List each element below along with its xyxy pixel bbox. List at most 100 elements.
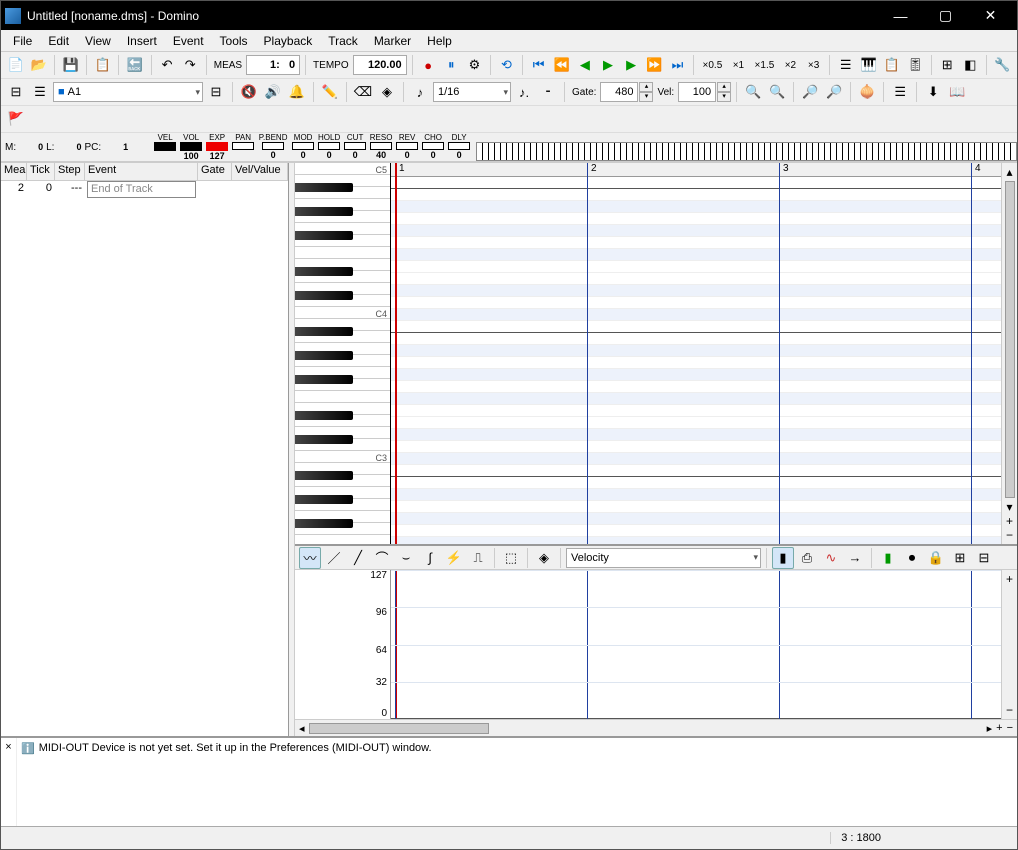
undo-note-icon[interactable]: 🔙 (124, 54, 145, 76)
zoom-sel-icon[interactable]: 🔎 (799, 81, 821, 103)
track-select[interactable]: ■A1 (53, 82, 203, 102)
menu-playback[interactable]: Playback (256, 31, 321, 51)
mini-piano[interactable] (476, 142, 1017, 161)
triplet-icon[interactable]: ⁃ (537, 81, 559, 103)
record-options-icon[interactable]: ⚙ (464, 54, 485, 76)
erase-cc-icon[interactable]: ◈ (533, 547, 555, 569)
cc-wave-icon[interactable]: ∿ (820, 547, 842, 569)
zoom-in-icon[interactable]: 🔍 (742, 81, 764, 103)
speed-3x[interactable]: ×3 (803, 54, 824, 76)
piano-keyboard[interactable]: C5C4C3 (295, 163, 391, 544)
select-tool-icon[interactable]: ⬚ (500, 547, 522, 569)
maximize-button[interactable]: ▢ (923, 1, 968, 30)
to-end-icon[interactable]: ⏭ (667, 54, 688, 76)
flag-icon[interactable]: 🚩 (5, 108, 27, 130)
tempo-field[interactable] (353, 55, 407, 75)
scroll-up-icon[interactable]: ▴ (1006, 165, 1012, 179)
param-PAN[interactable]: PAN (230, 133, 256, 161)
dotted-icon[interactable]: ♪. (513, 81, 535, 103)
menu-file[interactable]: File (5, 31, 40, 51)
param-MOD[interactable]: MOD0 (290, 133, 316, 161)
speed-1-5x[interactable]: ×1.5 (751, 54, 778, 76)
param-RESO[interactable]: RESO40 (368, 133, 394, 161)
wrench-icon[interactable]: 🔧 (992, 54, 1013, 76)
freehand-tool-icon[interactable]: 〰 (299, 547, 321, 569)
param-P.BEND[interactable]: P.BEND0 (256, 133, 290, 161)
book-icon[interactable]: 📖 (946, 81, 968, 103)
rewind-start-icon[interactable]: ⏮ (528, 54, 549, 76)
redo-icon[interactable]: ↷ (180, 54, 201, 76)
step-tool-icon[interactable]: ⎍ (467, 547, 489, 569)
track-next-icon[interactable]: ⊟ (205, 81, 227, 103)
preview-icon[interactable]: 🔔 (286, 81, 308, 103)
vzoom-in-icon[interactable]: + (1006, 514, 1013, 528)
menu-event[interactable]: Event (165, 31, 212, 51)
curve3-tool-icon[interactable]: ∫ (419, 547, 441, 569)
gate-spinner[interactable]: ▴▾ (639, 82, 653, 102)
vel-spinner[interactable]: ▴▾ (717, 82, 731, 102)
save-icon[interactable]: 💾 (60, 54, 81, 76)
cc-curve-select[interactable]: Velocity (566, 548, 761, 568)
cc-green-icon[interactable]: ▮ (877, 547, 899, 569)
cc-grid[interactable] (391, 570, 1001, 719)
minimize-button[interactable]: — (878, 1, 923, 30)
vel-input[interactable] (678, 82, 716, 102)
open-file-icon[interactable]: 📂 (28, 54, 49, 76)
vscroll[interactable]: ▴ ▾ + − (1001, 163, 1017, 544)
param-HOLD[interactable]: HOLD0 (316, 133, 342, 161)
pause-icon[interactable]: ⏸ (441, 54, 462, 76)
menu-track[interactable]: Track (320, 31, 366, 51)
curve2-tool-icon[interactable]: ⌣ (395, 547, 417, 569)
view-list-icon[interactable]: 📋 (881, 54, 902, 76)
dash-tool-icon[interactable]: ╱ (347, 547, 369, 569)
cc-lock-icon[interactable]: 🔒 (925, 547, 947, 569)
mute-icon[interactable]: 🔇 (238, 81, 260, 103)
speed-2x[interactable]: ×2 (780, 54, 801, 76)
note-icon[interactable]: ♪ (409, 81, 431, 103)
hscroll-left-icon[interactable]: ◂ (299, 722, 305, 735)
vzoom-out-icon[interactable]: − (1006, 528, 1013, 542)
zoom-all-icon[interactable]: 🔎 (823, 81, 845, 103)
snap-icon[interactable]: ◧ (960, 54, 981, 76)
random-tool-icon[interactable]: ⚡ (443, 547, 465, 569)
hscroll-right-icon[interactable]: ▸ (987, 722, 993, 735)
track-picker-icon[interactable]: ☰ (29, 81, 51, 103)
bars-icon[interactable]: ☰ (889, 81, 911, 103)
gate-input[interactable] (600, 82, 638, 102)
step-back-icon[interactable]: ◀ (574, 54, 595, 76)
cc-grid2-icon[interactable]: ⊟ (973, 547, 995, 569)
step-fwd-icon[interactable]: ▶ (621, 54, 642, 76)
scroll-thumb[interactable] (1005, 181, 1015, 498)
cc-vscroll[interactable]: +− (1001, 570, 1017, 719)
hzoom-in-icon[interactable]: + (996, 722, 1002, 734)
solo-icon[interactable]: 🔊 (262, 81, 284, 103)
speed-0-5x[interactable]: ×0.5 (699, 54, 726, 76)
loop-icon[interactable]: ⟲ (496, 54, 517, 76)
clipboard-icon[interactable]: 📋 (92, 54, 113, 76)
menu-marker[interactable]: Marker (366, 31, 419, 51)
ffwd-icon[interactable]: ⏩ (644, 54, 665, 76)
menu-help[interactable]: Help (419, 31, 460, 51)
close-button[interactable]: ✕ (968, 1, 1013, 30)
cc-stamp-icon[interactable]: ⎙ (796, 547, 818, 569)
view-pianoroll-icon[interactable]: 🎹 (858, 54, 879, 76)
play-icon[interactable]: ▶ (597, 54, 618, 76)
undo-icon[interactable]: ↶ (157, 54, 178, 76)
message-close-icon[interactable]: × (1, 738, 17, 826)
param-VEL[interactable]: VEL (152, 133, 178, 161)
menu-tools[interactable]: Tools (212, 31, 256, 51)
rewind-icon[interactable]: ⏪ (551, 54, 572, 76)
param-EXP[interactable]: EXP127 (204, 133, 230, 161)
onion-icon[interactable]: 🧅 (856, 81, 878, 103)
event-row[interactable]: 2 0 --- End of Track (1, 181, 288, 198)
hscroll[interactable]: ◂ ▸ + − (295, 719, 1017, 736)
param-CUT[interactable]: CUT0 (342, 133, 368, 161)
menu-view[interactable]: View (77, 31, 119, 51)
view-mixer-icon[interactable]: 🎚 (905, 54, 926, 76)
param-REV[interactable]: REV0 (394, 133, 420, 161)
new-file-icon[interactable]: 📄 (5, 54, 26, 76)
pianoroll-grid[interactable]: 1234 (391, 163, 1001, 544)
cc-show-icon[interactable]: ▮ (772, 547, 794, 569)
record-icon[interactable]: ● (418, 54, 439, 76)
speed-1x[interactable]: ×1 (728, 54, 749, 76)
